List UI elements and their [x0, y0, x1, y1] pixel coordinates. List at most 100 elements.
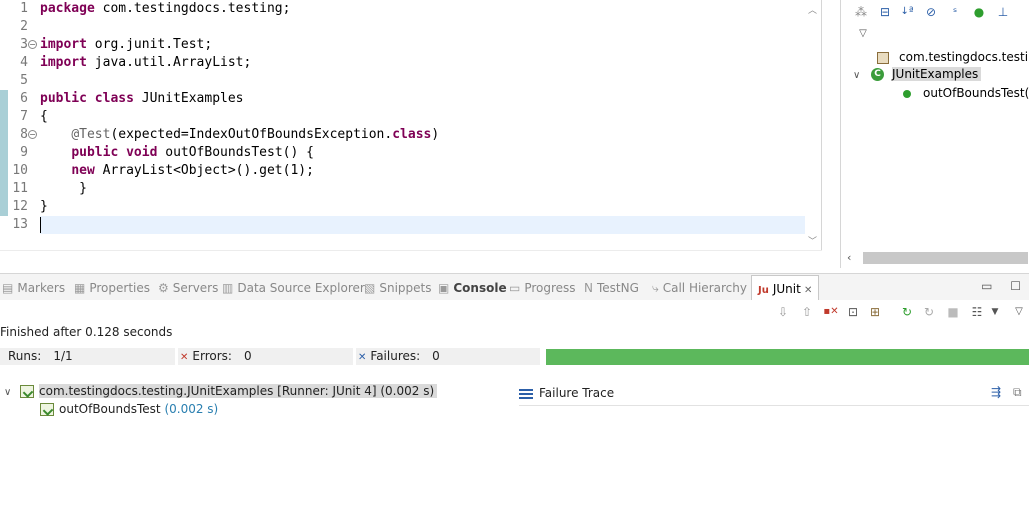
scroll-down-arrow-icon[interactable]: ﹀	[808, 234, 817, 247]
outline-scroll-thumb[interactable]	[863, 252, 1028, 264]
view-menu-icon[interactable]: ▽	[855, 26, 871, 42]
test-run-history-icon[interactable]: ☷	[969, 304, 985, 320]
code-text: java.util.ArrayList;	[86, 55, 252, 70]
junit-view: ⇩ ⇧ ▪✕ ⊡ ⊞ ↻ ↻ ■ ☷ ▼ ▽ Finished after 0.…	[0, 300, 1029, 513]
tab-console[interactable]: ▣ Console	[438, 277, 507, 299]
run-status-text: Finished after 0.128 seconds	[0, 325, 173, 339]
tab-properties[interactable]: ▦ Properties	[74, 277, 150, 299]
panel-window-controls: ▭ ☐	[981, 279, 1021, 293]
editor-vertical-scrollbar[interactable]: ︿ ﹀	[805, 0, 821, 250]
code-text: JUnitExamples	[133, 91, 244, 106]
focus-active-task-icon[interactable]: ⁂	[853, 4, 869, 20]
scroll-lock-icon[interactable]: ⊡	[845, 304, 861, 320]
code-line[interactable]: }	[40, 198, 48, 216]
properties-icon: ▦	[74, 281, 86, 295]
collapse-all-icon[interactable]: ⊟	[877, 4, 893, 20]
maximize-icon[interactable]: ☐	[1010, 279, 1021, 293]
failures-label: Failures:	[370, 349, 421, 363]
tab-servers[interactable]: ⚙ Servers	[158, 277, 218, 299]
change-marker	[0, 162, 8, 180]
tab-junit[interactable]: Ju JUnit ✕	[751, 275, 820, 301]
tab-snippets[interactable]: ▧ Snippets	[364, 277, 431, 299]
data-source-icon: ▥	[222, 281, 234, 295]
filter-stack-trace-icon[interactable]: ⇶	[991, 385, 1001, 399]
tab-progress[interactable]: ▭ Progress	[509, 277, 576, 299]
current-code-line[interactable]	[40, 216, 805, 234]
sort-icon[interactable]: ↓ª	[899, 4, 915, 20]
code-line[interactable]: import java.util.ArrayList;	[40, 54, 251, 72]
tab-label: TestNG	[596, 281, 639, 295]
gutter-line: 4	[0, 54, 38, 72]
line-number: 12	[12, 199, 28, 214]
code-line[interactable]: public class JUnitExamples	[40, 90, 244, 108]
gutter-line: 13	[0, 216, 38, 234]
show-skipped-icon[interactable]: ⊞	[867, 304, 883, 320]
stop-icon[interactable]: ■	[945, 304, 961, 320]
test-suite-success-icon	[20, 385, 34, 398]
fold-collapse-icon[interactable]: −	[28, 130, 37, 139]
failure-icon: ✕	[358, 352, 367, 363]
code-text: outOfBoundsTest() {	[157, 145, 314, 160]
tab-markers[interactable]: ▤ Markers	[2, 277, 65, 299]
history-dropdown-icon[interactable]: ▼	[987, 304, 1003, 320]
hide-local-types-icon[interactable]: ⊥	[995, 4, 1011, 20]
minimize-icon[interactable]: ▭	[981, 279, 992, 293]
code-text: (expected=IndexOutOfBoundsException.	[110, 127, 393, 142]
rerun-test-icon[interactable]: ↻	[899, 304, 915, 320]
outline-package-row[interactable]: com.testingdocs.testing	[877, 48, 1029, 66]
show-failures-only-icon[interactable]: ▪✕	[823, 304, 839, 320]
hide-non-public-icon[interactable]: ●	[971, 4, 987, 20]
code-line[interactable]: package com.testingdocs.testing;	[40, 0, 290, 18]
next-failure-icon[interactable]: ⇩	[775, 304, 791, 320]
line-number: 11	[12, 181, 28, 196]
call-hierarchy-icon: ⤷	[652, 281, 659, 295]
editor-horizontal-scrollbar[interactable]	[0, 250, 822, 265]
code-line[interactable]: import org.junit.Test;	[40, 36, 212, 54]
outline-class-row[interactable]: ∨ C JUnitExamples	[853, 65, 982, 85]
hide-static-icon[interactable]: ˢ	[947, 4, 963, 20]
code-editor[interactable]: 1 2 3−4 5 6 7 8−9 10 11 12 13 package com.testingd…	[0, 0, 822, 265]
code-line[interactable]: @Test(expected=IndexOutOfBoundsException…	[40, 126, 439, 144]
public-method-icon	[903, 89, 911, 98]
code-line[interactable]: new ArrayList<Object>().get(1);	[40, 162, 314, 180]
rerun-failures-first-icon[interactable]: ↻	[921, 304, 937, 320]
failures-value: 0	[432, 349, 440, 363]
code-area[interactable]: package com.testingdocs.testing; import o…	[40, 0, 805, 250]
tab-data-source-explorer[interactable]: ▥ Data Source Explorer	[222, 277, 365, 299]
code-keyword: public	[71, 145, 119, 160]
compare-results-icon[interactable]: ⧉	[1013, 385, 1022, 400]
scroll-up-arrow-icon[interactable]: ︿	[808, 3, 817, 16]
chevron-down-icon[interactable]: ∨	[4, 384, 20, 402]
code-text: }	[40, 181, 87, 196]
fold-collapse-icon[interactable]: −	[28, 40, 37, 49]
outline-method-row[interactable]: outOfBoundsTest()	[903, 84, 1029, 102]
tab-call-hierarchy[interactable]: ⤷ Call Hierarchy	[652, 277, 747, 299]
chevron-down-icon[interactable]: ∨	[853, 67, 871, 85]
runs-label: Runs:	[8, 349, 42, 363]
code-line[interactable]: {	[40, 108, 48, 126]
previous-failure-icon[interactable]: ⇧	[799, 304, 815, 320]
gutter-line: 8−	[0, 126, 38, 144]
code-text: ArrayList<Object>().get(1);	[94, 163, 314, 178]
code-line[interactable]: }	[40, 180, 87, 198]
errors-counter: ✕ Errors: 0	[178, 348, 353, 365]
test-suite-row[interactable]: ∨ com.testingdocs.testing.JUnitExamples […	[4, 382, 438, 402]
console-icon: ▣	[438, 281, 450, 295]
close-tab-icon[interactable]: ✕	[801, 285, 812, 296]
tab-testng[interactable]: N TestNG	[584, 277, 639, 299]
tab-label: Properties	[89, 281, 150, 295]
test-case-row[interactable]: outOfBoundsTest (0.002 s)	[40, 400, 218, 418]
scroll-left-arrow-icon[interactable]: ‹	[847, 251, 851, 264]
hide-fields-icon[interactable]: ⊘	[923, 4, 939, 20]
tab-label: JUnit	[772, 282, 801, 296]
junit-view-menu-icon[interactable]: ▽	[1011, 304, 1027, 320]
code-line[interactable]: public void outOfBoundsTest() {	[40, 144, 314, 162]
testng-icon: N	[584, 281, 593, 295]
outline-horizontal-scrollbar[interactable]: ‹	[841, 250, 1029, 266]
package-icon	[877, 51, 889, 64]
test-suite-label: com.testingdocs.testing.JUnitExamples [R…	[39, 384, 438, 398]
line-number: 3	[20, 37, 28, 52]
